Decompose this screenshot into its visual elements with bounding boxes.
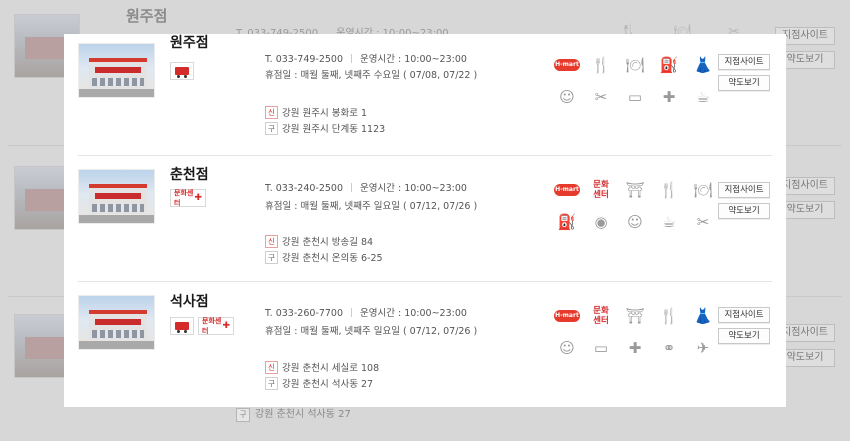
branch-site-button[interactable]: 지점사이트	[718, 307, 770, 323]
delivery-truck-icon	[170, 317, 194, 335]
store-new-address: 신 강원 원주시 봉화로 1	[265, 105, 367, 119]
store-phone: T. 033-240-2500	[265, 183, 344, 194]
new-address-text: 강원 춘천시 세실로 108	[282, 363, 380, 374]
kids-icon: ☺	[627, 212, 643, 231]
culture-center-badge: 문화센터 ✚	[198, 317, 234, 335]
bubble-tea-icon: ☕	[696, 87, 710, 106]
scissors-icon: ✂	[594, 87, 608, 106]
store-new-address: 신 강원 춘천시 방송길 84	[265, 234, 373, 248]
delivery-truck-icon	[170, 62, 194, 80]
store-item-chuncheon: 춘천점 문화센터 ✚ T. 033-240-2500 운영시간 : 10:00~23…	[64, 156, 786, 282]
store-name[interactable]: 춘천점	[170, 164, 209, 184]
old-address-tag: 구	[265, 376, 278, 390]
store-phone: T. 033-260-7700	[265, 308, 344, 319]
store-closed-days: 휴점일 : 매월 둘째, 넷째주 수요일 ( 07/08, 07/22 )	[265, 70, 478, 81]
hmart-icon: H-mart	[550, 179, 584, 201]
map-view-button[interactable]: 약도보기	[718, 75, 770, 91]
facility-icons: H-mart 문화 센터 ⛩ 🍴 🍽 ⛽ ◉ ☺ ☕ ✂	[550, 179, 720, 233]
culture-center-icon: 문화 센터	[593, 306, 609, 326]
hmart-icon: H-mart	[550, 54, 584, 76]
store-old-address: 구 강원 원주시 단계동 1123	[265, 121, 385, 135]
pharmacy-icon: ⛽	[659, 55, 679, 74]
store-photo[interactable]	[78, 169, 155, 224]
fork-knife-icon: 🍴	[659, 180, 679, 199]
branch-site-button[interactable]: 지점사이트	[718, 54, 770, 70]
clinic-icon: ✚	[662, 87, 676, 106]
new-address-text: 강원 원주시 봉화로 1	[282, 108, 368, 119]
facility-icons: H-mart 🍴 🍽 ⛽ 👗 ☺ ✂ ▭ ✚ ☕	[550, 54, 720, 108]
background-address-text: 강원 춘천시 석사동 27	[255, 409, 351, 420]
old-address-tag: 구	[265, 121, 278, 135]
clinic-icon: ✚	[628, 338, 642, 357]
store-name[interactable]: 석사점	[170, 291, 209, 311]
scissors-icon: ✂	[696, 212, 710, 231]
store-old-address: 구 강원 춘천시 석사동 27	[265, 376, 373, 390]
store-badges: 문화센터 ✚	[170, 317, 234, 335]
store-closed-days: 휴점일 : 매월 둘째, 넷째주 일요일 ( 07/12, 07/26 )	[265, 201, 478, 212]
playground-icon: ⛩	[625, 306, 645, 325]
old-address-text: 강원 춘천시 온의동 6-25	[282, 253, 383, 264]
photo-icon: ◉	[594, 212, 608, 231]
old-address-tag: 구	[265, 250, 278, 264]
background-store-title: 원주점	[126, 7, 168, 25]
store-new-address: 신 강원 춘천시 세실로 108	[265, 360, 379, 374]
store-photo[interactable]	[78, 43, 155, 98]
store-hours: 운영시간 : 10:00~23:00	[360, 54, 467, 65]
dress-icon: 👗	[693, 306, 713, 325]
dress-icon: 👗	[693, 55, 713, 74]
store-item-seoksa: 석사점 문화센터 ✚ T. 033-260-7700 운영시간 : 10:00~23…	[64, 282, 786, 407]
glasses-icon: ⚭	[662, 338, 676, 357]
fork-knife-icon: 🍴	[659, 306, 679, 325]
store-phone: T. 033-749-2500	[265, 54, 344, 65]
culture-center-badge: 문화센터 ✚	[170, 189, 206, 207]
airplane-icon: ✈	[696, 338, 710, 357]
store-closed-days: 휴점일 : 매월 둘째, 넷째주 일요일 ( 07/12, 07/26 )	[265, 326, 478, 337]
playground-icon: ⛩	[625, 180, 645, 199]
background-address-tag: 구	[236, 408, 250, 422]
kids-icon: ☺	[559, 338, 575, 357]
store-hours: 운영시간 : 10:00~23:00	[360, 308, 467, 319]
store-badges: 문화센터 ✚	[170, 189, 206, 207]
bandage-icon: ▭	[627, 87, 643, 106]
store-item-wonju: 원주점 T. 033-749-2500 운영시간 : 10:00~23:00 휴점…	[64, 34, 786, 156]
map-view-button[interactable]: 약도보기	[718, 328, 770, 344]
store-hours: 운영시간 : 10:00~23:00	[360, 183, 467, 194]
new-address-text: 강원 춘천시 방송길 84	[282, 237, 374, 248]
store-badges	[170, 62, 194, 80]
fork-knife-icon: 🍴	[591, 55, 611, 74]
new-address-tag: 신	[265, 360, 278, 374]
store-contact: T. 033-749-2500 운영시간 : 10:00~23:00	[265, 51, 467, 65]
kids-icon: ☺	[559, 87, 575, 106]
store-contact: T. 033-260-7700 운영시간 : 10:00~23:00	[265, 305, 467, 319]
dining-plate-icon: 🍽	[625, 55, 645, 74]
store-name[interactable]: 원주점	[170, 34, 209, 52]
background-address: 구 강원 춘천시 석사동 27	[236, 405, 351, 422]
map-view-button[interactable]: 약도보기	[718, 203, 770, 219]
pharmacy-icon: ⛽	[557, 212, 577, 231]
store-list-panel: 원주점 T. 033-749-2500 운영시간 : 10:00~23:00 휴점…	[64, 34, 786, 407]
store-photo[interactable]	[78, 295, 155, 350]
bandage-icon: ▭	[593, 338, 609, 357]
branch-site-button[interactable]: 지점사이트	[718, 182, 770, 198]
store-contact: T. 033-240-2500 운영시간 : 10:00~23:00	[265, 180, 467, 194]
old-address-text: 강원 원주시 단계동 1123	[282, 124, 386, 135]
old-address-text: 강원 춘천시 석사동 27	[282, 379, 374, 390]
hmart-icon: H-mart	[550, 305, 584, 327]
new-address-tag: 신	[265, 234, 278, 248]
culture-center-icon: 문화 센터	[593, 180, 609, 200]
new-address-tag: 신	[265, 105, 278, 119]
dining-plate-icon: 🍽	[693, 180, 713, 199]
store-old-address: 구 강원 춘천시 온의동 6-25	[265, 250, 383, 264]
facility-icons: H-mart 문화 센터 ⛩ 🍴 👗 ☺ ▭ ✚ ⚭ ✈	[550, 305, 720, 359]
bubble-tea-icon: ☕	[662, 212, 676, 231]
